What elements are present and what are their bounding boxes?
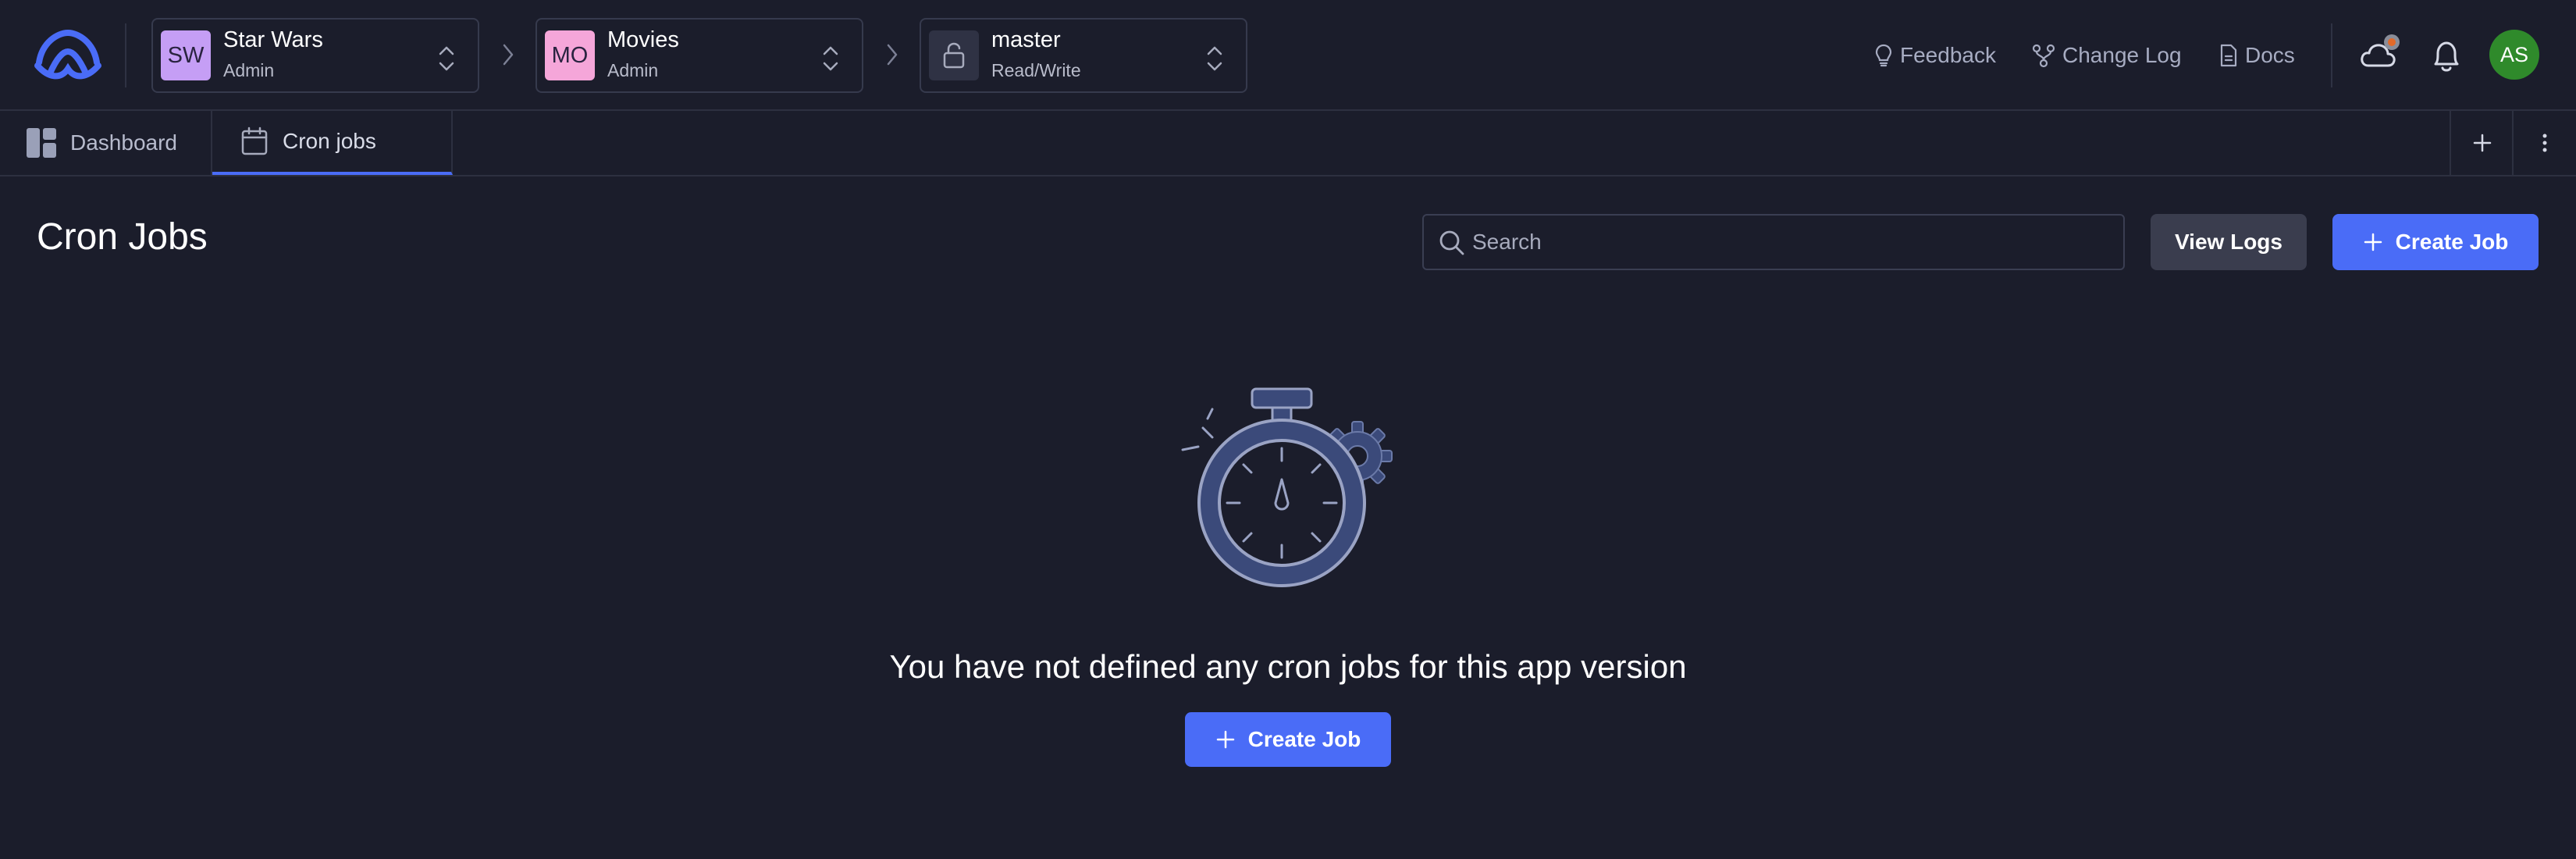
stopwatch-gear-icon [1181,387,1393,587]
branch-selector[interactable]: master Read/Write [920,18,1247,93]
app-role: Admin [607,60,659,80]
cloud-status-icon[interactable] [2359,31,2400,75]
top-bar: SW Star Wars Admin MO Movies Admin maste… [0,0,2576,111]
dashboard-icon [27,128,56,158]
tab-label: Dashboard [70,130,177,155]
divider [125,23,126,87]
branch-access: Read/Write [991,60,1081,80]
lock-open-icon [929,30,979,80]
tab-label: Cron jobs [283,129,376,153]
chevron-up-down-icon [823,46,838,71]
chevron-right-icon [887,44,898,66]
app-name: Movies [607,27,679,52]
feedback-label: Feedback [1900,43,1996,67]
document-icon [2220,44,2237,67]
create-job-label: Create Job [1247,727,1361,751]
search-box [1422,214,2125,270]
tab-menu-button[interactable] [2512,111,2576,175]
empty-state-message: You have not defined any cron jobs for t… [889,648,1687,685]
git-branch-icon [2032,44,2055,68]
page-title: Cron Jobs [37,216,208,258]
add-tab-button[interactable] [2450,111,2514,175]
app-logo-icon[interactable] [34,28,101,83]
app-selector[interactable]: MO Movies Admin [535,18,863,93]
org-badge: SW [161,30,211,80]
org-selector[interactable]: SW Star Wars Admin [151,18,479,93]
change-log-label: Change Log [2062,43,2182,67]
org-role: Admin [223,60,275,80]
bell-icon[interactable] [2429,37,2464,75]
search-icon [1439,230,1464,255]
plus-icon [2473,134,2492,152]
docs-label: Docs [2245,43,2295,67]
app-badge: MO [545,30,595,80]
more-vertical-icon [2542,134,2547,152]
chevron-up-down-icon [1207,46,1222,71]
tab-dashboard[interactable]: Dashboard [0,111,212,175]
lightbulb-icon [1875,44,1892,67]
create-job-label: Create Job [2395,230,2509,254]
chevron-up-down-icon [439,46,454,71]
plus-icon [1216,730,1234,749]
feedback-link[interactable]: Feedback [1873,41,1996,70]
branch-name: master [991,27,1061,52]
create-job-button[interactable]: Create Job [2332,214,2539,270]
tab-bar: Dashboard Cron jobs [0,111,2576,176]
avatar[interactable]: AS [2489,30,2539,80]
chevron-right-icon [503,44,514,66]
docs-link[interactable]: Docs [2218,41,2295,70]
view-logs-label: View Logs [2175,230,2282,254]
empty-create-job-button[interactable]: Create Job [1185,712,1391,767]
view-logs-button[interactable]: View Logs [2151,214,2307,270]
search-input[interactable] [1472,216,2112,269]
divider [2331,23,2332,87]
change-log-link[interactable]: Change Log [2031,41,2182,70]
calendar-icon [241,127,268,155]
plus-icon [2364,233,2382,251]
tab-cron-jobs[interactable]: Cron jobs [212,111,453,175]
org-name: Star Wars [223,27,323,52]
